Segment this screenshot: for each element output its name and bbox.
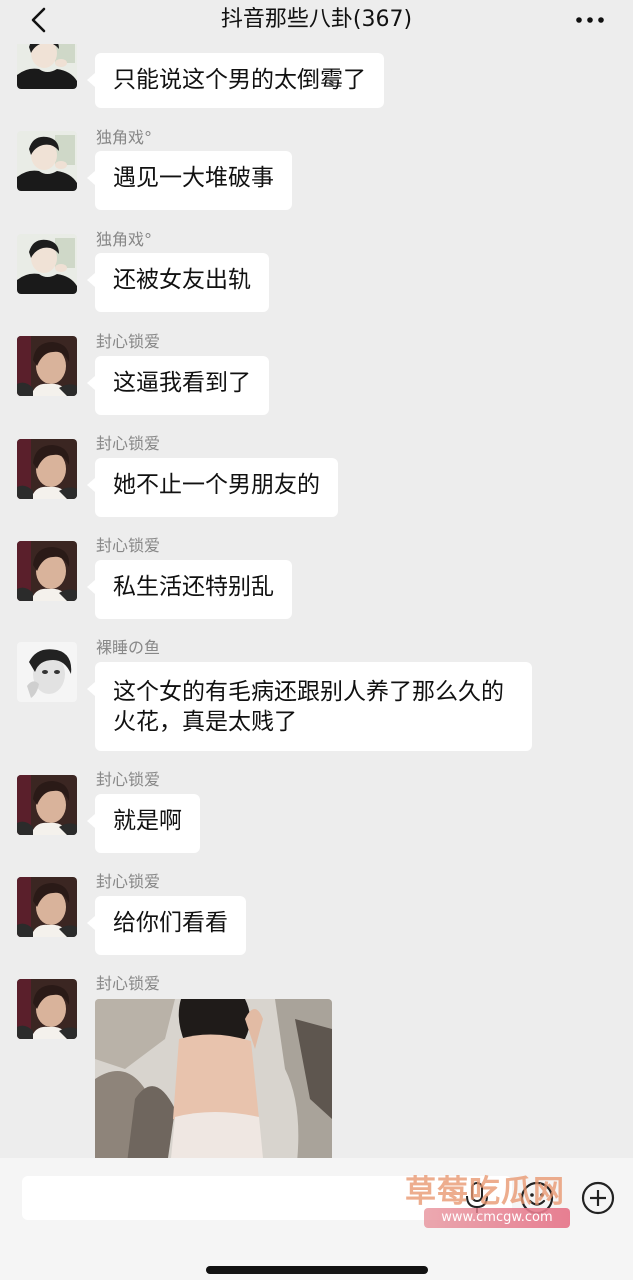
sender-name: 独角戏° [96, 128, 153, 147]
message-bubble[interactable]: 这个女的有毛病还跟别人养了那么久的火花，真是太贱了 [87, 662, 532, 751]
sender-name: 裸睡の鱼 [96, 638, 161, 657]
sender-name: 封心锁爱 [96, 434, 161, 453]
watermark-url: www.cmcgw.com [424, 1208, 570, 1228]
watermark-name: 草莓吃瓜网 [405, 1174, 565, 1210]
avatar[interactable] [17, 336, 77, 396]
avatar[interactable] [17, 541, 77, 601]
image-message[interactable] [95, 999, 332, 1179]
avatar[interactable] [17, 877, 77, 937]
avatar[interactable] [17, 642, 77, 702]
input-bar: 草莓吃瓜网 www.cmcgw.com [0, 1158, 633, 1280]
home-indicator [206, 1266, 428, 1274]
message-bubble[interactable]: 私生活还特别乱 [87, 560, 292, 619]
message-bubble[interactable]: 她不止一个男朋友的 [87, 458, 338, 517]
avatar[interactable] [17, 439, 77, 499]
sender-name: 封心锁爱 [96, 332, 161, 351]
plus-circle-icon[interactable] [580, 1180, 616, 1216]
chat-header: 抖音那些八卦(367) [0, 0, 633, 44]
avatar[interactable] [17, 234, 77, 294]
avatar[interactable] [17, 131, 77, 191]
sender-name: 封心锁爱 [96, 770, 161, 789]
message-bubble[interactable]: 给你们看看 [87, 896, 246, 955]
more-dots-icon[interactable] [573, 8, 607, 32]
message-bubble[interactable]: 还被女友出轨 [87, 253, 269, 312]
sender-name: 封心锁爱 [96, 974, 161, 993]
sender-name: 封心锁爱 [96, 872, 161, 891]
message-bubble[interactable]: 就是啊 [87, 794, 200, 853]
avatar[interactable] [17, 775, 77, 835]
avatar[interactable] [17, 979, 77, 1039]
chat-title: 抖音那些八卦(367) [220, 7, 413, 32]
sender-name: 独角戏° [96, 230, 153, 249]
message-bubble[interactable]: 只能说这个男的太倒霉了 [87, 53, 384, 108]
sender-name: 封心锁爱 [96, 536, 161, 555]
message-bubble[interactable]: 遇见一大堆破事 [87, 151, 292, 210]
message-bubble[interactable]: 这逼我看到了 [87, 356, 269, 415]
